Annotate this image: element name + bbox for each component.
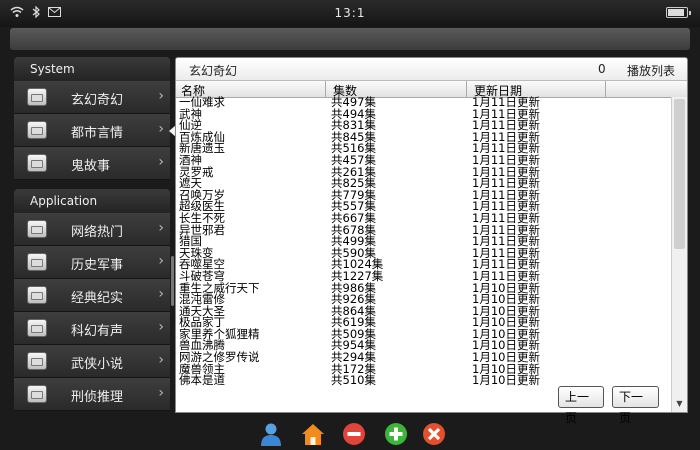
item-count: 0: [598, 62, 606, 76]
prev-page-button[interactable]: 上一页: [558, 386, 604, 425]
table-row[interactable]: 灵罗戒 共261集 1月11日更新: [176, 166, 672, 179]
table-row[interactable]: 异世邪君 共678集 1月11日更新: [176, 224, 672, 237]
chevron-right-icon: ›: [158, 286, 164, 302]
table-row[interactable]: 魔兽领主 共172集 1月10日更新: [176, 363, 672, 376]
panel-title: 玄幻奇幻: [189, 64, 238, 78]
sidebar-item[interactable]: 经典纪实 ›: [14, 279, 170, 312]
sidebar-item[interactable]: 玄幻奇幻 ›: [14, 81, 170, 114]
playlist-button[interactable]: 播放列表: [627, 62, 675, 79]
section-header-application: Application: [14, 189, 170, 213]
panel-header: 玄幻奇幻 0 播放列表: [176, 58, 687, 81]
table-row[interactable]: 武神 共494集 1月11日更新: [176, 108, 672, 121]
chevron-right-icon: ›: [158, 253, 164, 269]
table-row[interactable]: 混沌雷修 共926集 1月10日更新: [176, 293, 672, 306]
chevron-right-icon: ›: [158, 88, 164, 104]
folder-icon: [27, 286, 47, 304]
scroll-down-arrow-icon[interactable]: ▼: [672, 399, 687, 411]
sidebar-item-label: 历史军事: [71, 258, 124, 273]
sidebar-item-label: 都市言情: [71, 126, 124, 141]
sidebar-item[interactable]: 都市言情 ›: [14, 114, 176, 147]
folder-icon: [27, 88, 47, 106]
sidebar-item-label: 玄幻奇幻: [71, 93, 124, 108]
folder-icon: [27, 352, 47, 370]
cell-episodes: 共510集: [331, 373, 376, 388]
folder-icon: [27, 220, 47, 238]
sidebar-item[interactable]: 科幻有声 ›: [14, 312, 170, 345]
sidebar-item[interactable]: 武侠小说 ›: [14, 345, 170, 378]
section-header-system: System: [14, 57, 170, 81]
table-row[interactable]: 家里养个狐狸精 共509集 1月10日更新: [176, 328, 672, 341]
table-row[interactable]: 通天大圣 共864集 1月10日更新: [176, 305, 672, 318]
table-row[interactable]: 遮天 共825集 1月11日更新: [176, 178, 672, 190]
sidebar-scrollbar[interactable]: [171, 256, 174, 306]
sidebar-item-label: 经典纪实: [71, 291, 124, 306]
chevron-right-icon: ›: [158, 220, 164, 236]
sidebar-item-label: 刑侦推理: [71, 390, 124, 405]
sidebar-item-label: 鬼故事: [71, 159, 111, 174]
toolbar: [10, 28, 690, 50]
scrollbar-thumb[interactable]: [674, 99, 685, 249]
table-row[interactable]: 长生不死 共667集 1月11日更新: [176, 212, 672, 225]
table-row[interactable]: 天珠变 共590集 1月11日更新: [176, 247, 672, 260]
sidebar-item-label: 科幻有声: [71, 324, 124, 339]
content-panel: 玄幻奇幻 0 播放列表 名称 集数 更新日期 一仙难求 共497集 1月11日更新武…: [175, 57, 688, 413]
table-row[interactable]: 一仙难求 共497集 1月11日更新: [176, 96, 672, 109]
chevron-right-icon: ›: [158, 121, 164, 137]
table-row[interactable]: 重生之威行天下 共986集 1月10日更新: [176, 282, 672, 295]
minus-icon[interactable]: [342, 422, 366, 446]
table-row[interactable]: 新唐遗玉 共516集 1月11日更新: [176, 143, 672, 155]
clock: 13:1: [334, 6, 366, 20]
table-row[interactable]: 酒神 共457集 1月11日更新: [176, 154, 672, 167]
folder-icon: [27, 319, 47, 337]
sidebar-item-label: 网络热门: [71, 225, 124, 240]
sidebar-item[interactable]: 鬼故事 ›: [14, 147, 170, 180]
cell-updated: 1月10日更新: [472, 373, 540, 388]
next-page-button[interactable]: 下一页: [612, 386, 659, 425]
bottom-dock: [0, 420, 700, 446]
table-row[interactable]: 网游之修罗传说 共294集 1月10日更新: [176, 351, 672, 364]
table-body: 一仙难求 共497集 1月11日更新 武神 共494集 1月11日更新 仙逆 共831集 1月1…: [176, 96, 672, 388]
sidebar: System 玄幻奇幻 › 都市言情 › 鬼故事 › Application 网络热门 › 历…: [14, 57, 176, 411]
table-row[interactable]: 百炼成仙 共845集 1月11日更新: [176, 131, 672, 144]
chevron-right-icon: ›: [158, 352, 164, 368]
table-row[interactable]: 召唤万岁 共779集 1月11日更新: [176, 189, 672, 202]
home-icon[interactable]: [301, 422, 325, 446]
folder-icon: [27, 154, 47, 172]
chevron-right-icon: ›: [158, 319, 164, 335]
status-bar: 13:1: [0, 0, 700, 27]
close-icon[interactable]: [422, 422, 446, 446]
sidebar-item[interactable]: 历史军事 ›: [14, 246, 170, 279]
table-row[interactable]: 吞噬星空 共1024集 1月11日更新: [176, 259, 672, 271]
chevron-right-icon: ›: [158, 154, 164, 170]
table-row[interactable]: 超级医生 共557集 1月11日更新: [176, 201, 672, 213]
table-row[interactable]: 仙逆 共831集 1月11日更新: [176, 120, 672, 132]
table-scrollbar[interactable]: ▼: [671, 97, 687, 412]
chevron-right-icon: ›: [158, 385, 164, 401]
folder-icon: [27, 385, 47, 403]
plus-icon[interactable]: [384, 422, 408, 446]
user-icon[interactable]: [259, 422, 283, 446]
sidebar-item[interactable]: 网络热门 ›: [14, 213, 170, 246]
sidebar-item[interactable]: 刑侦推理 ›: [14, 378, 170, 411]
cell-name: 佛本是道: [179, 373, 225, 388]
folder-icon: [27, 253, 47, 271]
folder-icon: [27, 121, 47, 139]
table-row[interactable]: 猎国 共499集 1月11日更新: [176, 236, 672, 248]
sidebar-item-label: 武侠小说: [71, 357, 124, 372]
table-header: 名称 集数 更新日期: [176, 81, 687, 98]
battery-icon: [666, 7, 691, 18]
